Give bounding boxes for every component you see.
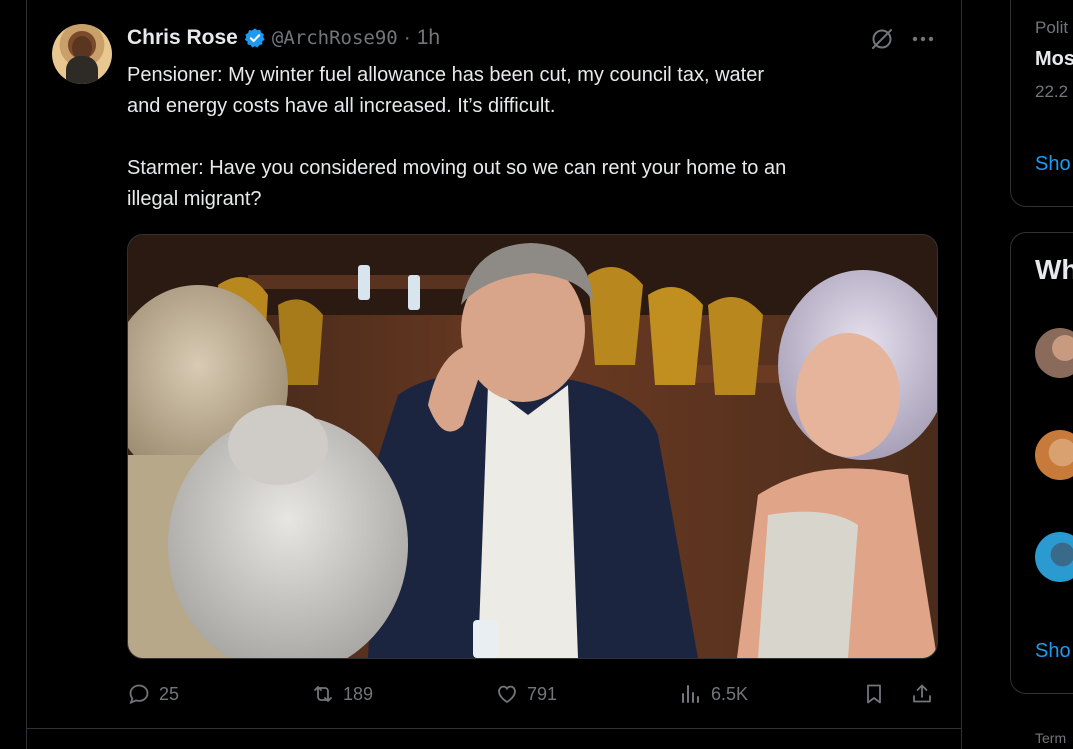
- who-to-follow-title: Wh: [1035, 254, 1073, 285]
- like-count: 791: [527, 683, 558, 704]
- trend-count: 22.2: [1035, 82, 1069, 101]
- show-more-trends-link[interactable]: Sho: [1035, 153, 1071, 176]
- reply-count: 25: [159, 683, 180, 704]
- show-more-follow-link[interactable]: Sho: [1035, 640, 1071, 663]
- terms-link[interactable]: Term: [1035, 730, 1066, 746]
- repost-count: 189: [343, 683, 374, 704]
- more-options-icon[interactable]: [910, 26, 936, 52]
- author-name[interactable]: Chris Rose: [127, 26, 238, 50]
- tweet[interactable]: Chris Rose @ArchRose90 · 1h Pensioner: M…: [26, 0, 961, 729]
- reply-icon: [129, 684, 149, 705]
- tweet-header: Chris Rose @ArchRose90 · 1h: [127, 24, 440, 52]
- bookmark-icon[interactable]: [862, 682, 886, 706]
- tweet-photo[interactable]: [127, 234, 938, 659]
- view-count: 6.5K: [711, 683, 749, 704]
- photo-illustration: [128, 235, 937, 658]
- reply-button[interactable]: 25: [127, 678, 179, 710]
- heart-icon: [498, 685, 516, 704]
- tweet-actions: 25 189 791 6.5K: [127, 678, 937, 710]
- views-button[interactable]: 6.5K: [679, 678, 748, 710]
- trend-category: Polit: [1035, 18, 1069, 37]
- share-icon[interactable]: [910, 682, 934, 706]
- verified-badge-icon[interactable]: [244, 27, 266, 49]
- tweet-text: Pensioner: My winter fuel allowance has …: [127, 64, 787, 210]
- avatar[interactable]: [52, 24, 112, 84]
- like-button[interactable]: 791: [495, 678, 557, 710]
- repost-button[interactable]: 189: [311, 678, 373, 710]
- timestamp[interactable]: 1h: [417, 26, 440, 50]
- main-column-right-border: [961, 0, 962, 749]
- trend-title[interactable]: Mos: [1035, 48, 1073, 71]
- views-icon: [682, 685, 699, 703]
- separator-dot: ·: [403, 26, 411, 49]
- author-handle[interactable]: @ArchRose90: [272, 27, 398, 49]
- grok-icon[interactable]: [869, 26, 895, 52]
- repost-icon: [314, 686, 332, 702]
